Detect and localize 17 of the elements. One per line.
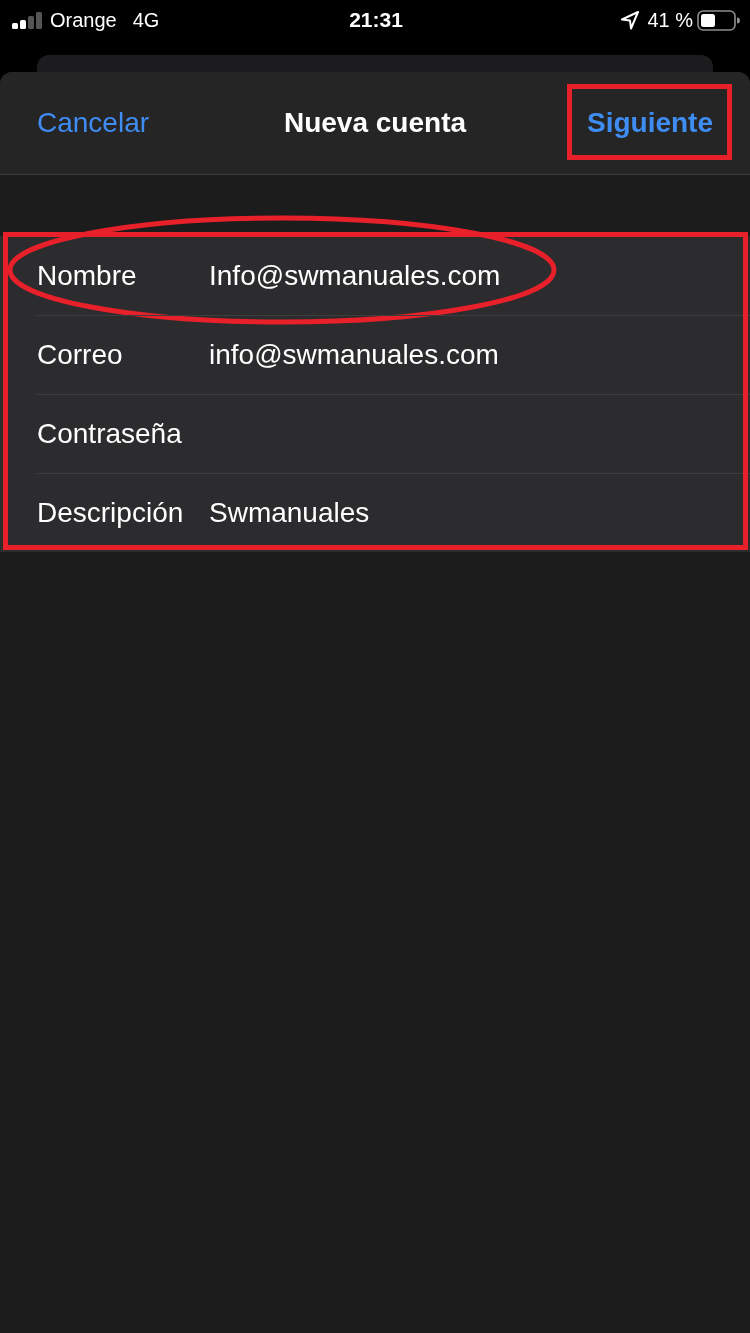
next-button[interactable]: Siguiente [587,106,713,140]
network-type: 4G [132,8,160,33]
text-field[interactable]: Info@swmanuales.com [209,258,730,293]
battery-percentage: 41 % [647,8,693,33]
field-label: Correo [37,338,124,372]
text-field[interactable]: info@swmanuales.com [209,338,730,372]
location-arrow-icon [621,10,640,30]
battery-icon [697,9,740,31]
text-field[interactable]: Swmanuales [209,496,730,530]
carrier-name: Orange [50,8,117,33]
cancel-button[interactable]: Cancelar [37,106,150,140]
field-label: Descripción [37,496,185,530]
field-label: Nombre [37,258,138,293]
signal-bars-icon [12,11,42,29]
nav-title: Nueva cuenta [283,106,467,140]
field-label: Contraseña [37,417,183,451]
clock-time: 21:31 [349,7,403,34]
